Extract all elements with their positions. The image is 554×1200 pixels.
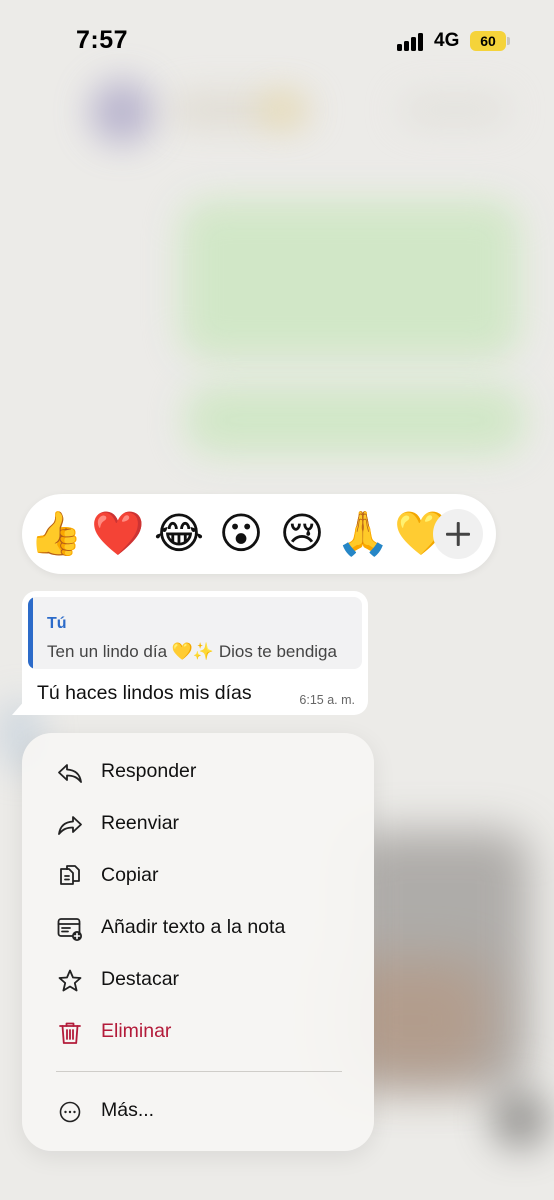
menu-label-add-note: Añadir texto a la nota bbox=[101, 916, 286, 938]
surprised-face-reaction[interactable]: 😮 bbox=[214, 506, 268, 562]
add-to-note-icon bbox=[57, 918, 82, 941]
selected-message-bubble[interactable]: Tú Ten un lindo día 💛✨ Dios te bendiga T… bbox=[22, 591, 368, 715]
copy-icon bbox=[60, 865, 80, 885]
menu-item-star[interactable]: Destacar bbox=[22, 955, 374, 1007]
menu-item-more[interactable]: Más... bbox=[22, 1086, 374, 1138]
add-reaction-plus-icon[interactable] bbox=[433, 509, 483, 559]
menu-item-copy[interactable]: Copiar bbox=[22, 851, 374, 903]
message-text: Tú haces lindos mis días bbox=[37, 682, 252, 704]
folded-hands-reaction[interactable]: 🙏 bbox=[336, 506, 390, 562]
star-icon bbox=[58, 969, 82, 992]
reply-icon bbox=[58, 764, 82, 783]
forward-icon bbox=[58, 816, 82, 835]
battery-icon: 60 bbox=[470, 31, 506, 51]
menu-divider bbox=[56, 1071, 342, 1072]
network-type: 4G bbox=[434, 30, 460, 51]
crying-face-reaction[interactable]: 😢 bbox=[275, 506, 329, 562]
message-context-menu: Responder Reenviar Copiar Añadir texto a… bbox=[22, 733, 374, 1151]
cellular-signal-icon bbox=[397, 33, 427, 51]
menu-label-more: Más... bbox=[101, 1099, 155, 1121]
trash-icon bbox=[59, 1022, 81, 1044]
menu-label-forward: Reenviar bbox=[101, 812, 180, 834]
menu-label-star: Destacar bbox=[101, 968, 180, 990]
status-bar: 7:57 4G 60 bbox=[0, 0, 554, 80]
message-timestamp: 6:15 a. m. bbox=[299, 693, 355, 707]
menu-item-reply[interactable]: Responder bbox=[22, 747, 374, 799]
quoted-author: Tú bbox=[47, 615, 67, 632]
battery-level: 60 bbox=[480, 33, 496, 49]
battery-tip bbox=[507, 37, 510, 45]
menu-item-forward[interactable]: Reenviar bbox=[22, 799, 374, 851]
reaction-bar: 👍 ❤️ 😂 😮 😢 🙏 💛 bbox=[22, 494, 496, 574]
menu-item-add-note[interactable]: Añadir texto a la nota bbox=[22, 903, 374, 955]
quoted-message[interactable]: Tú Ten un lindo día 💛✨ Dios te bendiga bbox=[28, 597, 362, 669]
thumbs-up-reaction[interactable]: 👍 bbox=[29, 506, 83, 562]
status-time: 7:57 bbox=[76, 26, 129, 54]
quoted-text: Ten un lindo día 💛✨ Dios te bendiga bbox=[47, 642, 337, 661]
menu-label-copy: Copiar bbox=[101, 864, 159, 886]
menu-label-delete: Eliminar bbox=[101, 1020, 172, 1042]
quote-accent-bar bbox=[28, 597, 33, 669]
menu-item-delete[interactable]: Eliminar bbox=[22, 1007, 374, 1059]
more-ellipsis-icon bbox=[59, 1101, 81, 1123]
menu-label-reply: Responder bbox=[101, 760, 197, 782]
tears-of-joy-reaction[interactable]: 😂 bbox=[152, 506, 206, 562]
red-heart-reaction[interactable]: ❤️ bbox=[91, 506, 145, 562]
bubble-tail bbox=[12, 699, 26, 715]
